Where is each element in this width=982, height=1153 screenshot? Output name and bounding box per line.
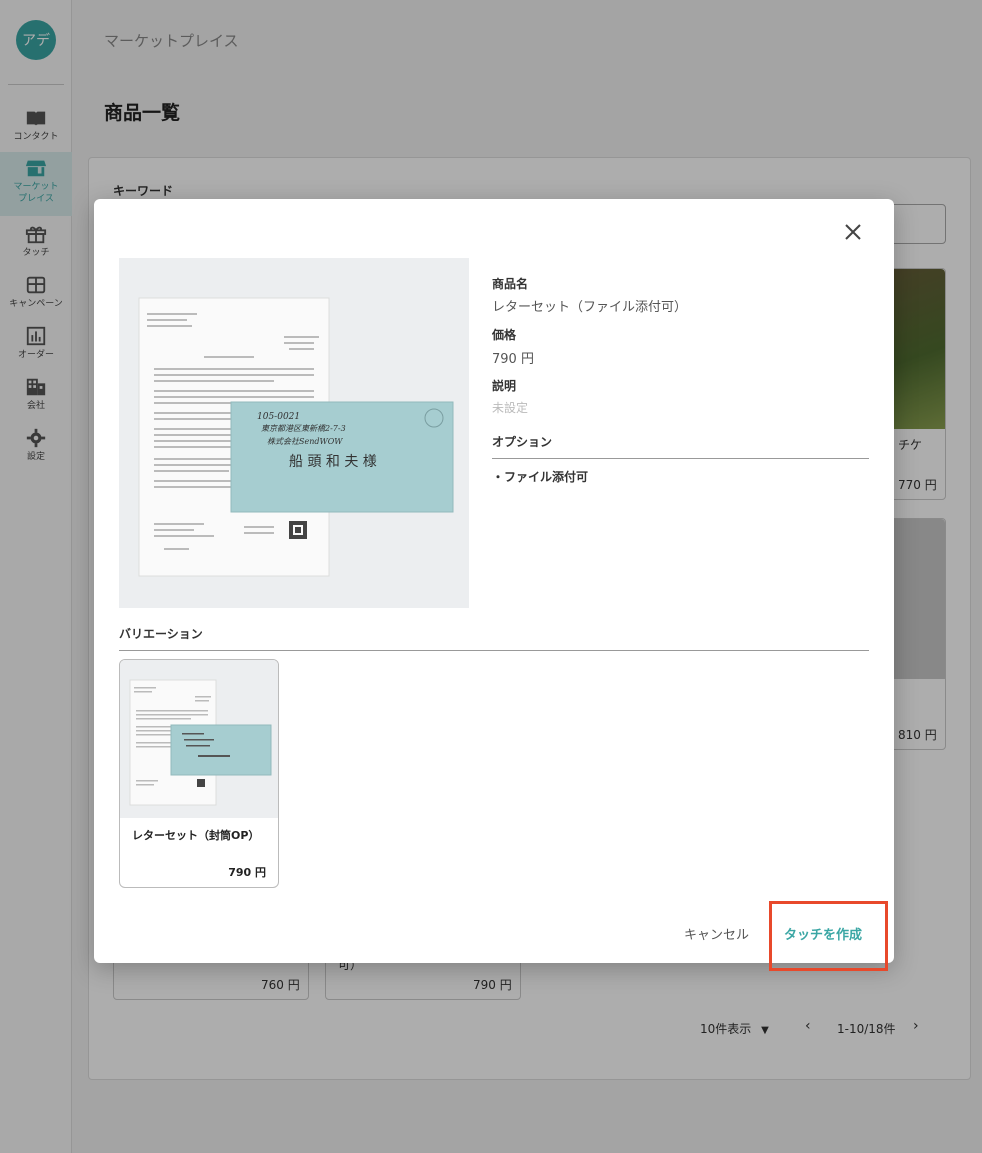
envelope-recipient: 船 頭 和 夫 様 bbox=[289, 454, 377, 470]
product-name-label: 商品名 bbox=[492, 277, 529, 291]
letter-set-illustration: 105-0021 東京都港区東新橋2-7-3 株式会社SendWOW 船 頭 和… bbox=[119, 258, 469, 608]
price-label: 価格 bbox=[492, 328, 517, 342]
envelope-postal: 105-0021 bbox=[257, 412, 300, 422]
option-item: ・ファイル添付可 bbox=[492, 470, 589, 484]
variation-image bbox=[120, 660, 278, 818]
letter-set-thumbnail bbox=[120, 660, 278, 818]
description-label: 説明 bbox=[492, 379, 517, 393]
product-image: 105-0021 東京都港区東新橋2-7-3 株式会社SendWOW 船 頭 和… bbox=[119, 258, 469, 608]
product-detail-dialog: 105-0021 東京都港区東新橋2-7-3 株式会社SendWOW 船 頭 和… bbox=[94, 199, 894, 963]
divider bbox=[492, 458, 869, 459]
price-value: 790 円 bbox=[492, 352, 534, 367]
envelope-address: 東京都港区東新橋2-7-3 bbox=[261, 424, 346, 433]
variation-label: バリエーション bbox=[119, 627, 203, 641]
cancel-button[interactable]: キャンセル bbox=[684, 924, 749, 943]
variation-price: 790 円 bbox=[228, 866, 266, 879]
options-label: オプション bbox=[492, 435, 553, 449]
highlight-annotation bbox=[769, 901, 888, 971]
close-icon[interactable] bbox=[842, 221, 864, 243]
product-name-value: レターセット（ファイル添付可） bbox=[492, 300, 688, 315]
description-value: 未設定 bbox=[492, 401, 529, 415]
variation-name: レターセット（封筒OP） bbox=[132, 829, 260, 842]
variation-card[interactable]: レターセット（封筒OP） 790 円 bbox=[119, 659, 279, 888]
envelope-company: 株式会社SendWOW bbox=[267, 437, 343, 446]
divider bbox=[119, 650, 869, 651]
